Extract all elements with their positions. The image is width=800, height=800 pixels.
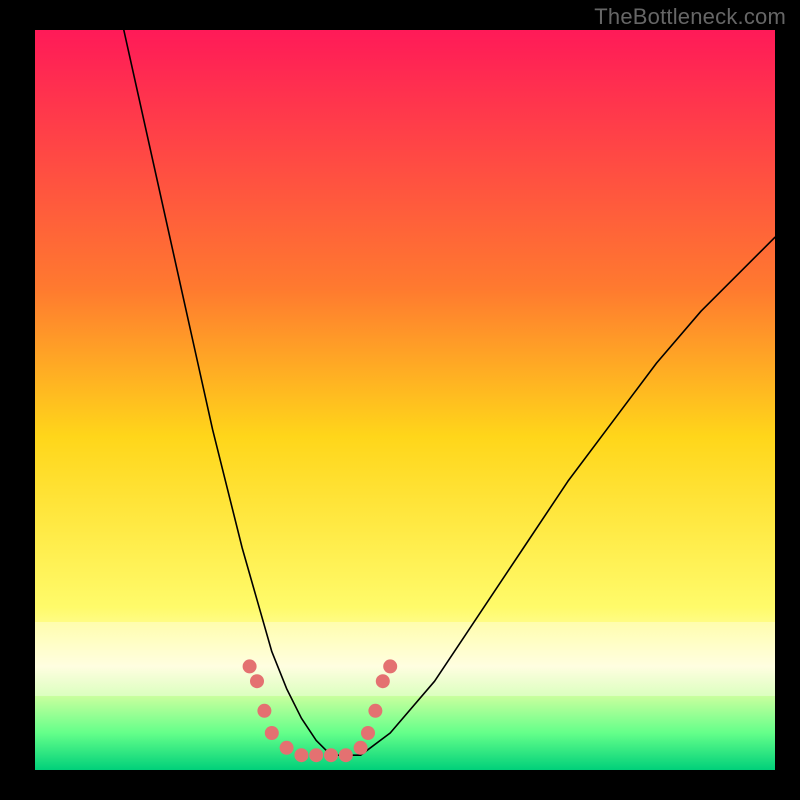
marker-left-cluster — [243, 659, 257, 673]
marker-left-cluster — [250, 674, 264, 688]
marker-valley-cluster — [309, 748, 323, 762]
marker-right-cluster — [383, 659, 397, 673]
marker-left-cluster — [265, 726, 279, 740]
marker-valley-cluster — [324, 748, 338, 762]
marker-valley-cluster — [354, 741, 368, 755]
highlight-band — [35, 622, 775, 696]
chart-frame: TheBottleneck.com — [0, 0, 800, 800]
marker-right-cluster — [376, 674, 390, 688]
marker-left-cluster — [257, 704, 271, 718]
marker-valley-cluster — [339, 748, 353, 762]
bottleneck-chart — [35, 30, 775, 770]
plot-area — [35, 30, 775, 770]
marker-right-cluster — [361, 726, 375, 740]
marker-left-cluster — [280, 741, 294, 755]
watermark-text: TheBottleneck.com — [594, 4, 786, 30]
marker-right-cluster — [368, 704, 382, 718]
marker-left-cluster — [294, 748, 308, 762]
